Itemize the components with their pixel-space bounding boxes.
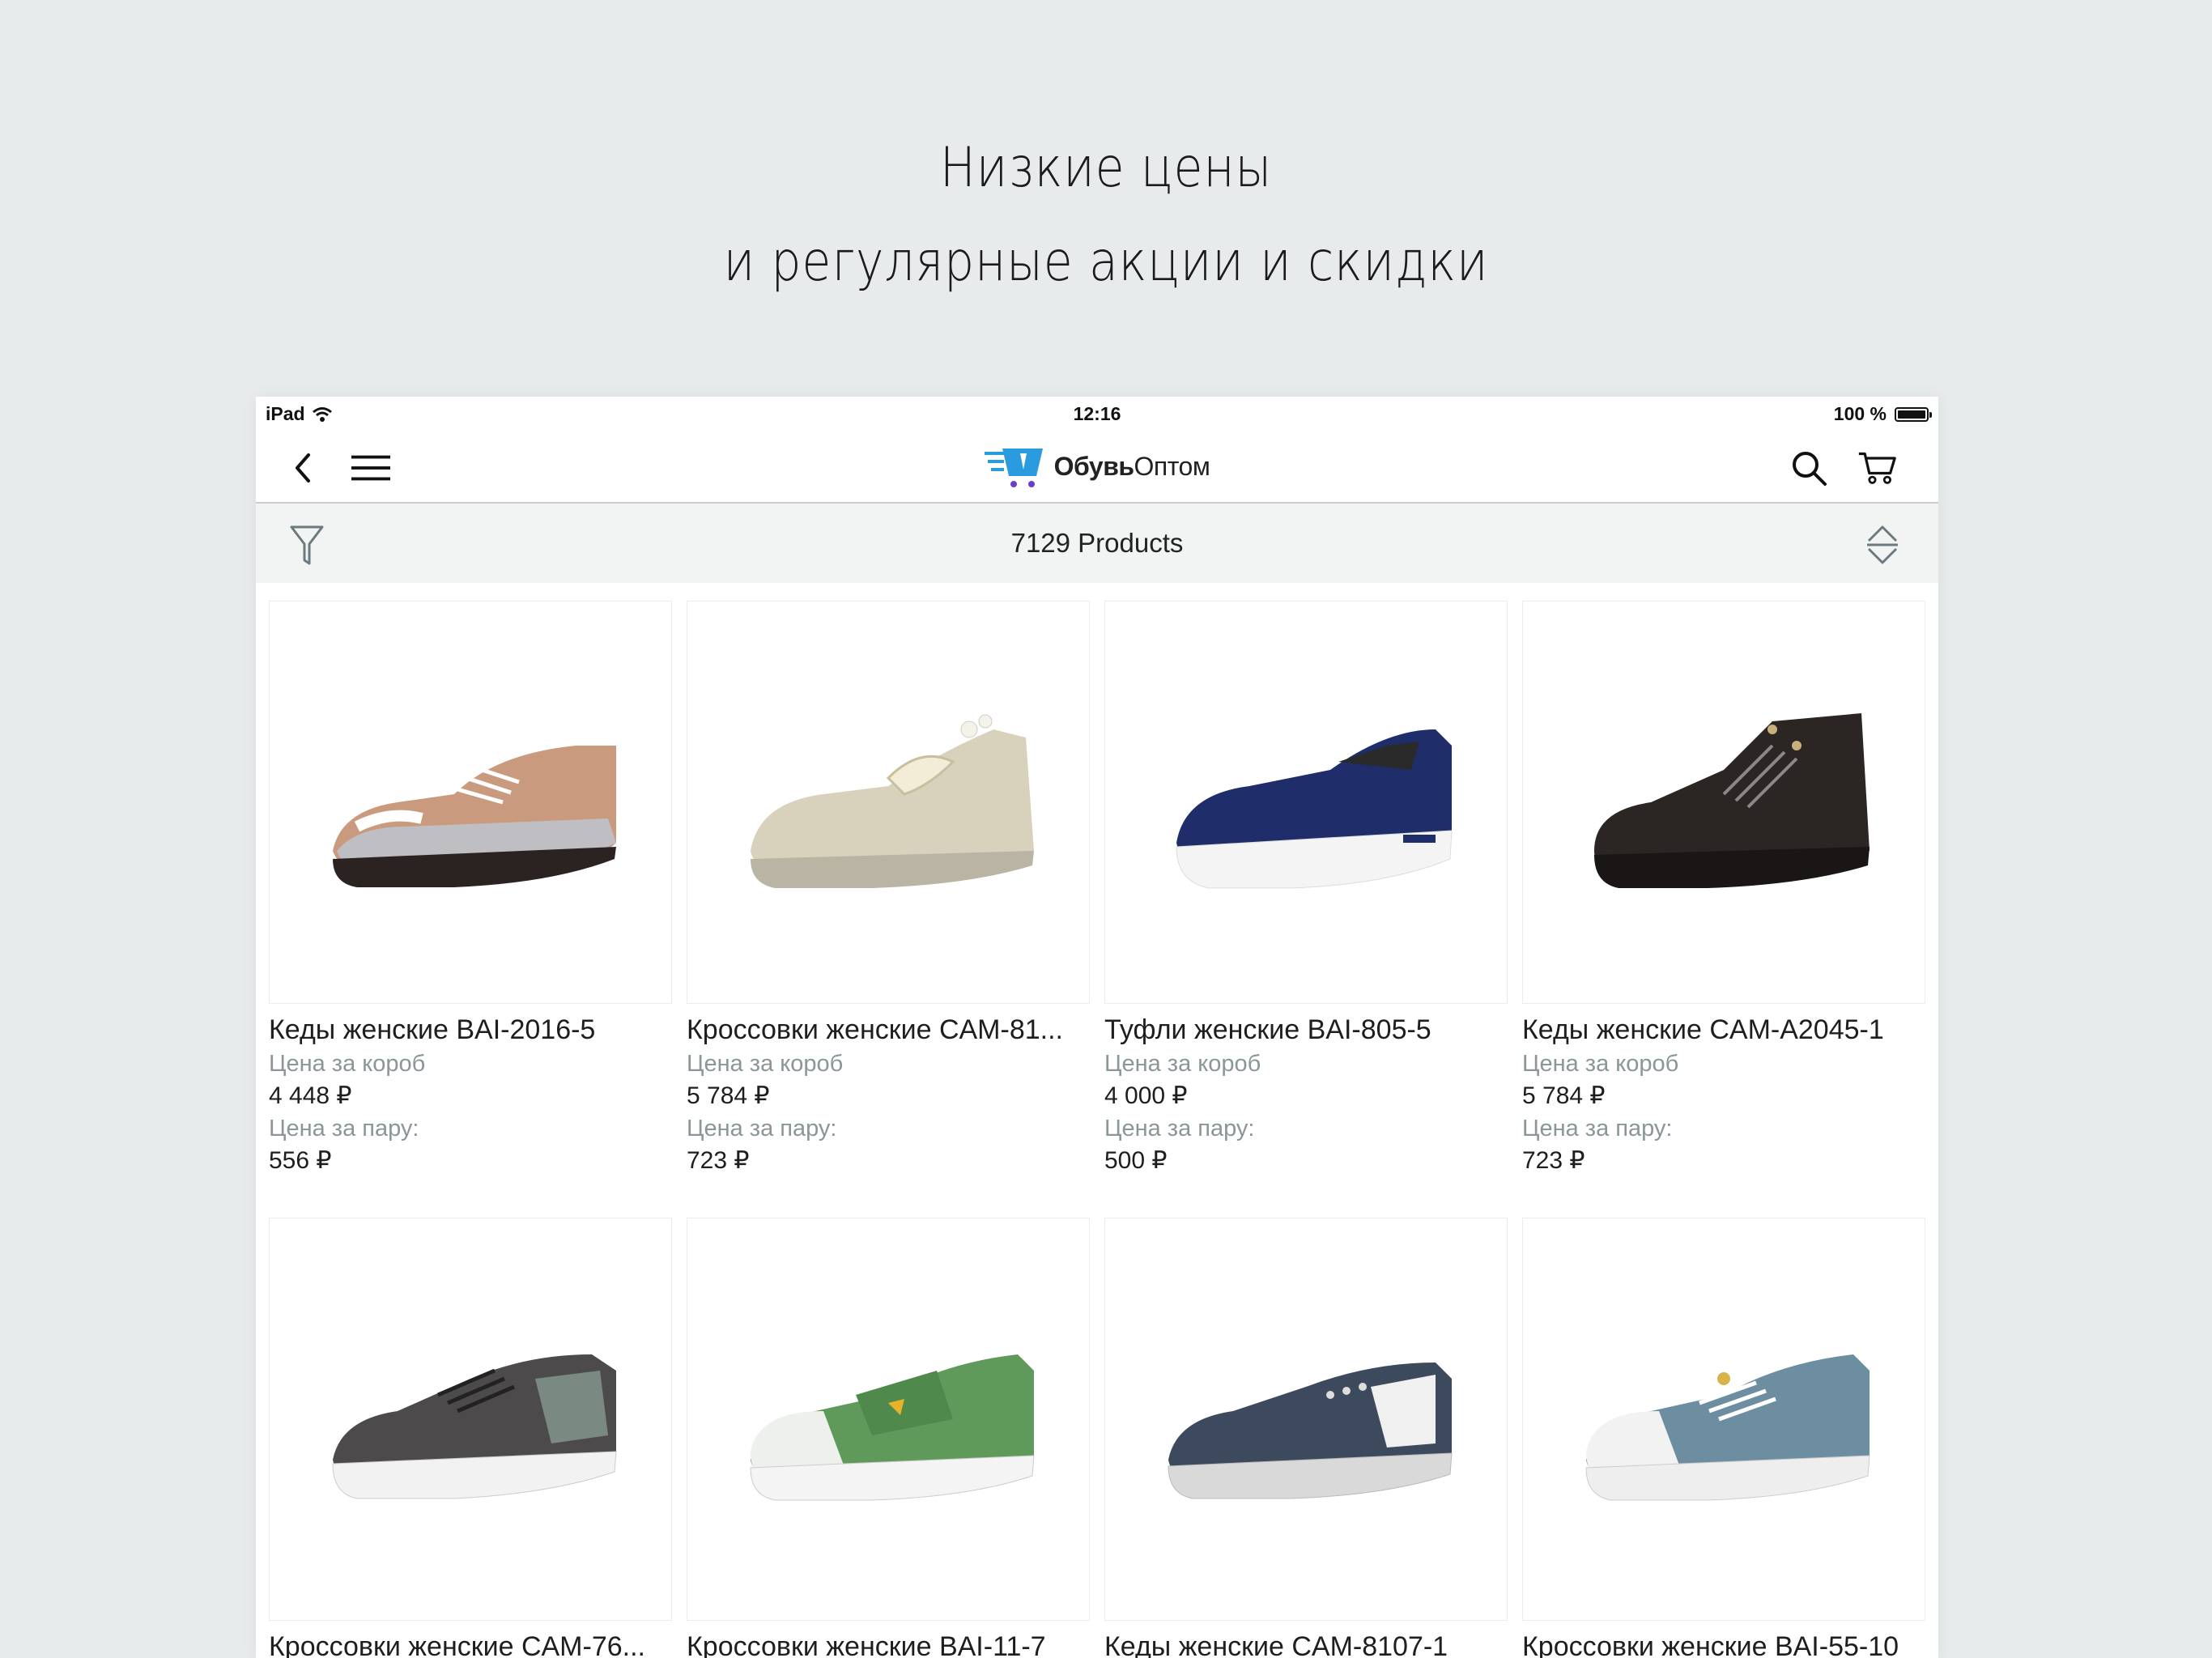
app-logo[interactable]: ОбувьОптом [256, 444, 1938, 489]
pair-price: 723 ₽ [687, 1147, 750, 1174]
pair-price: 500 ₽ [1104, 1147, 1168, 1174]
box-price: 4 448 ₽ [269, 1082, 352, 1109]
box-price-label: Цена за короб [1522, 1051, 1679, 1077]
product-card[interactable]: Кеды женские CAM-A2045-1 Цена за короб 5… [1522, 601, 1925, 1177]
product-name[interactable]: Кеды женские CAM-A2045-1 [1522, 1012, 1925, 1048]
shoe-image [751, 714, 1034, 888]
box-price: 5 784 ₽ [1522, 1082, 1606, 1109]
product-image[interactable] [687, 601, 1090, 1004]
box-price-label: Цена за короб [269, 1051, 426, 1077]
product-card[interactable]: Кроссовки женские BAI-55-10 [1522, 1218, 1925, 1658]
box-price: 5 784 ₽ [687, 1082, 770, 1109]
shoe-image [1168, 1363, 1453, 1499]
battery-icon [1895, 406, 1932, 422]
pair-price-label: Цена за пару: [269, 1116, 419, 1141]
filter-bar: 7129 Products [256, 504, 1938, 583]
product-image[interactable] [687, 1218, 1090, 1621]
search-icon [1793, 452, 1827, 486]
logo-text-bold: Обувь [1053, 451, 1134, 481]
product-image[interactable] [1522, 601, 1925, 1004]
product-image[interactable] [1104, 1218, 1508, 1621]
pair-price-label: Цена за пару: [687, 1116, 837, 1141]
clock: 12:16 [1073, 403, 1121, 424]
box-price-label: Цена за короб [1104, 1051, 1261, 1077]
shoe-image [1176, 729, 1453, 889]
search-button[interactable] [1789, 449, 1828, 487]
shoe-image [333, 746, 616, 887]
product-card[interactable]: Кроссовки женские CAM-81... Цена за коро… [687, 601, 1090, 1177]
product-card[interactable]: Кроссовки женские CAM-76... [269, 1218, 672, 1658]
product-card[interactable]: Кроссовки женские BAI-11-7 [687, 1218, 1090, 1658]
headline-line-1: Низкие цены [939, 136, 1273, 200]
product-image[interactable] [269, 601, 672, 1004]
ipad-screen: iPad 12:16 100 % ОбувьОптом 7129 Product… [256, 397, 1938, 1658]
box-price-label: Цена за короб [687, 1051, 844, 1077]
sort-icon[interactable] [1865, 523, 1899, 567]
navigation-bar: ОбувьОптом [256, 432, 1938, 504]
logo-text-regular: Оптом [1134, 451, 1210, 481]
product-name[interactable]: Туфли женские BAI-805-5 [1104, 1012, 1508, 1048]
product-card[interactable]: Кеды женские CAM-8107-1 [1104, 1218, 1508, 1658]
product-image[interactable] [269, 1218, 672, 1621]
box-price: 4 000 ₽ [1104, 1082, 1188, 1109]
product-image[interactable] [1522, 1218, 1925, 1621]
battery-percent: 100 % [1833, 403, 1887, 424]
cart-button[interactable] [1857, 449, 1896, 487]
headline-line-2: и регулярные акции и скидки [723, 230, 1489, 294]
product-name[interactable]: Кроссовки женские BAI-55-10 [1522, 1629, 1925, 1658]
products-count: 7129 Products [1010, 528, 1184, 558]
pair-price: 556 ₽ [269, 1147, 332, 1174]
product-name[interactable]: Кеды женские BAI-2016-5 [269, 1012, 672, 1048]
shoe-image [332, 1354, 617, 1499]
product-name[interactable]: Кеды женские CAM-8107-1 [1104, 1629, 1508, 1658]
product-card[interactable]: Кеды женские BAI-2016-5 Цена за короб 4 … [269, 601, 672, 1177]
product-name[interactable]: Кроссовки женские CAM-76... [269, 1629, 672, 1658]
logo-cart-icon [984, 449, 1043, 487]
product-card[interactable]: Туфли женские BAI-805-5 Цена за короб 4 … [1104, 601, 1508, 1177]
shoe-image [1585, 1354, 1870, 1501]
product-name[interactable]: Кроссовки женские BAI-11-7 [687, 1629, 1090, 1658]
product-name[interactable]: Кроссовки женские CAM-81... [687, 1012, 1090, 1048]
cart-icon [1858, 452, 1896, 484]
status-bar: iPad 12:16 100 % [256, 397, 1938, 432]
shoe-image [750, 1354, 1035, 1501]
shoe-image [1594, 713, 1870, 888]
pair-price: 723 ₽ [1522, 1147, 1585, 1174]
product-image[interactable] [1104, 601, 1508, 1004]
pair-price-label: Цена за пару: [1104, 1116, 1255, 1141]
promo-headline: Низкие цены и регулярные акции и скидки [0, 121, 2212, 309]
pair-price-label: Цена за пару: [1522, 1116, 1673, 1141]
